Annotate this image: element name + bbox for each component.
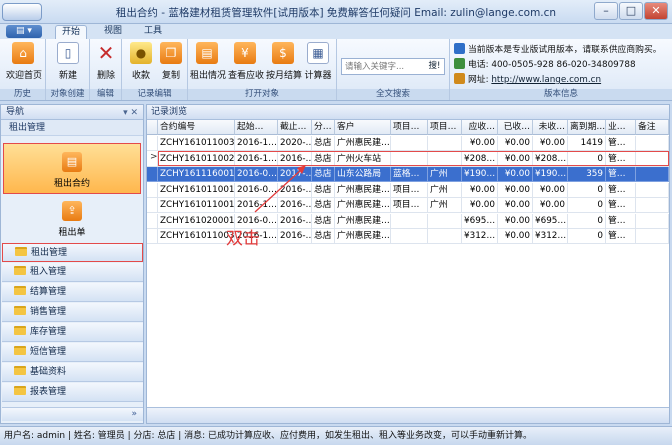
copy-icon: ❐ bbox=[160, 42, 182, 64]
folder-icon bbox=[15, 247, 27, 256]
nav-folder-basic-data[interactable]: 基础资料 bbox=[2, 363, 143, 382]
nav-folder-settlement[interactable]: 结算管理 bbox=[2, 283, 143, 302]
folder-icon bbox=[14, 386, 26, 395]
group-label: 记录编辑 bbox=[122, 89, 187, 100]
order-icon: ⇪ bbox=[62, 201, 82, 221]
nav-item-rental-contract[interactable]: ▤ 租出合约 bbox=[3, 143, 141, 194]
delete-button[interactable]: ✕ 删除 bbox=[89, 41, 123, 86]
nav-folder-sales[interactable]: 销售管理 bbox=[2, 303, 143, 322]
group-record-edit: ● 收款 ❐ 复制 记录编辑 bbox=[122, 39, 188, 100]
folder-icon bbox=[14, 326, 26, 335]
group-label: 全文搜索 bbox=[337, 89, 449, 100]
welcome-button[interactable]: ⌂ 欢迎首页 bbox=[6, 42, 42, 86]
view-receivable-button[interactable]: ¥ 查看应收 bbox=[228, 42, 264, 86]
group-label: 版本信息 bbox=[450, 89, 672, 100]
nav-header: 导航 ▾ ✕ bbox=[1, 105, 143, 120]
nav-item-rental-order[interactable]: ⇪ 租出单 bbox=[3, 198, 141, 240]
title-bar: 租出合约 - 蓝格建材租赁管理软件[试用版本] 免费解答任何疑问 Email: … bbox=[0, 0, 672, 24]
group-version-info: 当前版本是专业版试用版本，请联系供应商购买。 电话: 400-0505-928 … bbox=[450, 39, 672, 100]
monthly-icon: $ bbox=[272, 42, 294, 64]
calculator-button[interactable]: ▦ 计算器 bbox=[301, 42, 335, 86]
group-history: ⌂ 欢迎首页 历史 bbox=[0, 39, 46, 100]
menu-tabs: ▤ ▾ 开始 视图 工具 bbox=[0, 24, 672, 39]
globe-icon bbox=[454, 73, 465, 84]
close-button[interactable]: ✕ bbox=[644, 2, 668, 20]
group-label: 编辑 bbox=[90, 89, 121, 100]
navigation-panel: 导航 ▾ ✕ 租出管理 ▤ 租出合约 ⇪ 租出单 租出管理 租入管理 结算管理 … bbox=[0, 104, 144, 424]
folder-icon bbox=[14, 346, 26, 355]
maximize-button[interactable]: □ bbox=[619, 2, 643, 20]
new-button[interactable]: ▯ 新建 bbox=[51, 42, 85, 86]
file-menu-button[interactable]: ▤ ▾ bbox=[6, 25, 42, 38]
folder-icon bbox=[14, 266, 26, 275]
new-doc-icon: ▯ bbox=[57, 42, 79, 64]
website-link[interactable]: http://www.lange.com.cn bbox=[491, 75, 601, 85]
folder-icon bbox=[14, 286, 26, 295]
receivable-icon: ¥ bbox=[234, 42, 256, 64]
monthly-settle-button[interactable]: $ 按月结算 bbox=[266, 42, 302, 86]
minimize-button[interactable]: – bbox=[594, 2, 618, 20]
window-title: 租出合约 - 蓝格建材租赁管理软件[试用版本] 免费解答任何疑问 Email: … bbox=[115, 7, 557, 19]
nav-folder-rental[interactable]: 租出管理 bbox=[2, 243, 143, 262]
info-icon bbox=[454, 43, 465, 54]
group-label: 打开对象 bbox=[188, 89, 336, 100]
annotation-arrow bbox=[254, 165, 306, 213]
nav-folder-reports[interactable]: 报表管理 bbox=[2, 383, 143, 402]
nav-pin-close-icon[interactable]: ▾ ✕ bbox=[123, 106, 138, 120]
group-label: 对象创建 bbox=[46, 89, 89, 100]
tab-start[interactable]: 开始 bbox=[55, 25, 88, 39]
nav-folder-sms[interactable]: 短信管理 bbox=[2, 343, 143, 362]
home-icon: ⌂ bbox=[12, 42, 34, 64]
rental-status-button[interactable]: ▤ 租出情况 bbox=[190, 42, 226, 86]
folder-icon bbox=[14, 366, 26, 375]
nav-expand-button[interactable]: » bbox=[2, 407, 143, 421]
group-edit: ✕ 删除 编辑 bbox=[90, 39, 122, 100]
coins-icon: ● bbox=[130, 42, 152, 64]
tab-view[interactable]: 视图 bbox=[98, 25, 128, 39]
group-open-object: ▤ 租出情况 ¥ 查看应收 $ 按月结算 ▦ 计算器 打开对象 bbox=[188, 39, 337, 100]
contract-icon: ▤ bbox=[62, 152, 82, 172]
chart-icon: ▤ bbox=[196, 42, 218, 64]
copy-button[interactable]: ❐ 复制 bbox=[154, 42, 188, 86]
phone-icon bbox=[454, 58, 465, 69]
grid-footer bbox=[147, 407, 669, 423]
receive-button[interactable]: ● 收款 bbox=[124, 42, 158, 86]
nav-section-title: 租出管理 bbox=[1, 120, 143, 136]
double-click-annotation: 双击 bbox=[226, 229, 260, 249]
group-label: 历史 bbox=[0, 89, 45, 100]
record-browser: 记录浏览 合约编号 起始… 截止… 分… 客户 项目… 项目… 应收… 已收… 未收… 离到期… 业…… bbox=[146, 104, 670, 424]
delete-icon: ✕ bbox=[97, 41, 115, 65]
folder-icon bbox=[14, 306, 26, 315]
ribbon: ⌂ 欢迎首页 历史 ▯ 新建 对象创建 ✕ 删除 编辑 ● 收款 ❐ 复制 记录… bbox=[0, 39, 672, 101]
nav-folder-lease-in[interactable]: 租入管理 bbox=[2, 263, 143, 282]
search-button[interactable]: 搜! bbox=[425, 59, 444, 74]
nav-folder-inventory[interactable]: 库存管理 bbox=[2, 323, 143, 342]
group-create: ▯ 新建 对象创建 bbox=[46, 39, 90, 100]
tab-tools[interactable]: 工具 bbox=[138, 25, 168, 39]
status-bar: 用户名: admin | 姓名: 管理员 | 分店: 总店 | 消息: 已成功计… bbox=[0, 426, 672, 445]
calculator-icon: ▦ bbox=[307, 42, 329, 64]
